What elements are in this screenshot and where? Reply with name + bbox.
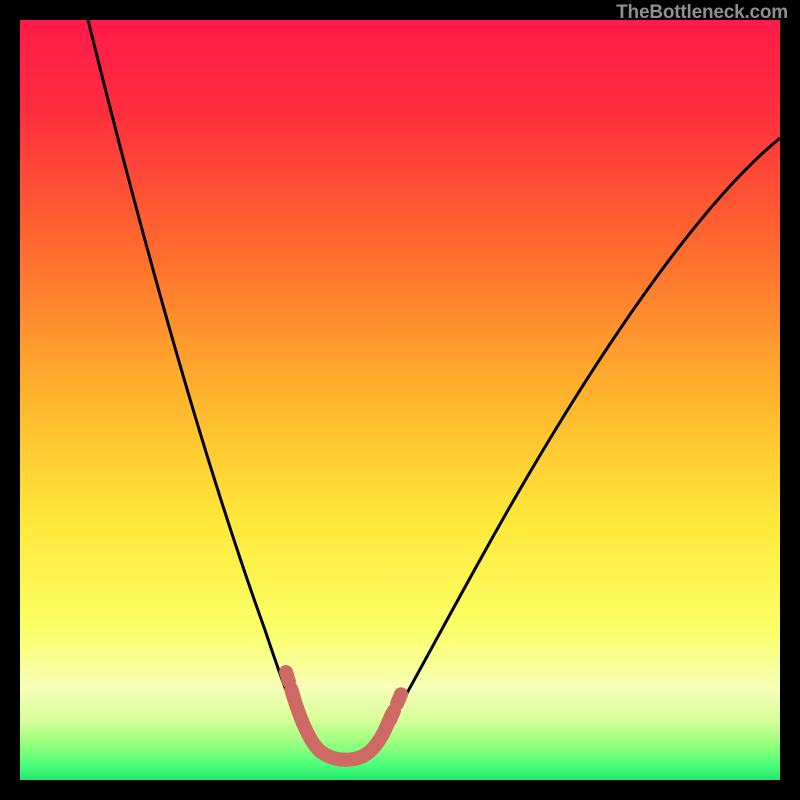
curve-path	[88, 20, 780, 758]
bottleneck-curve	[20, 20, 780, 780]
curve-highlight-right-dash	[390, 692, 402, 720]
watermark-text: TheBottleneck.com	[616, 2, 788, 24]
curve-highlight	[292, 692, 392, 760]
curve-highlight-left-dash	[286, 672, 294, 698]
chart-frame	[20, 20, 780, 780]
